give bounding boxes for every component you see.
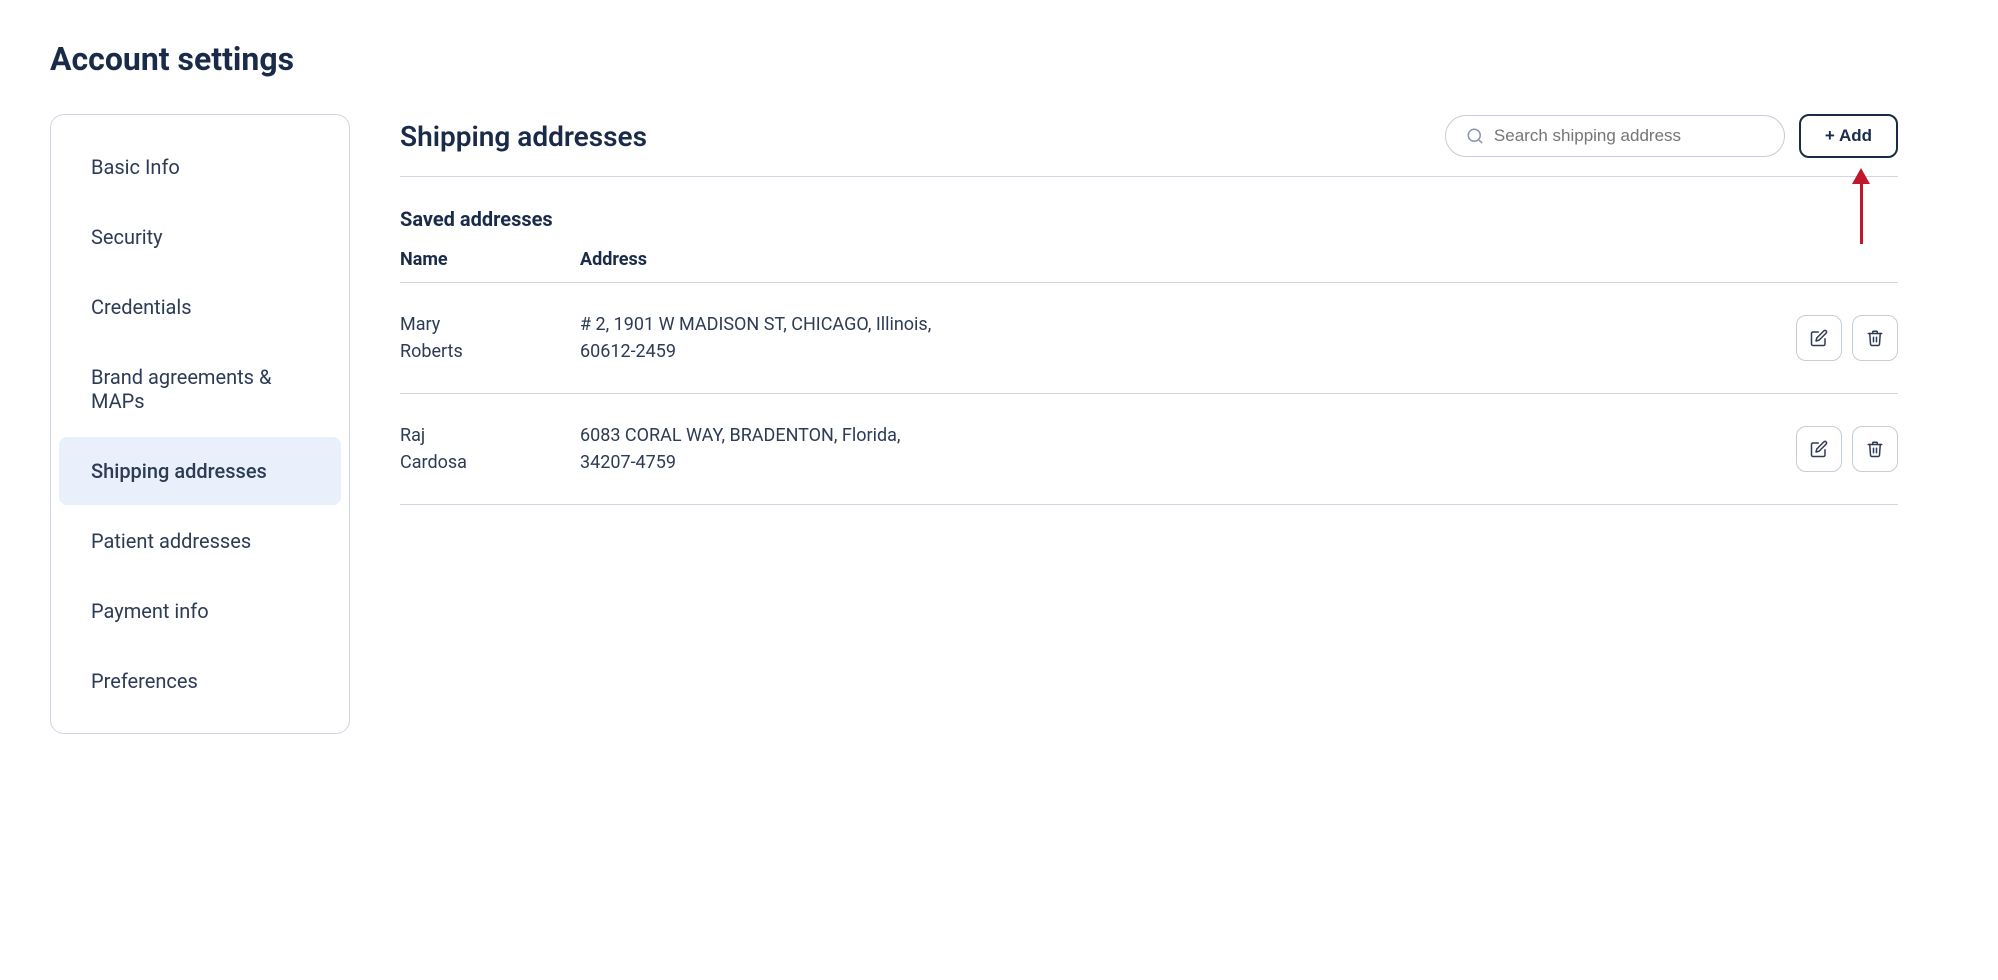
table-header: Name Address <box>400 249 1898 283</box>
add-button[interactable]: + Add <box>1799 114 1898 158</box>
sidebar-item-security[interactable]: Security <box>59 203 341 271</box>
search-box <box>1445 115 1785 157</box>
sidebar-item-preferences[interactable]: Preferences <box>59 647 341 715</box>
sidebar-item-brand-agreements[interactable]: Brand agreements & MAPs <box>59 343 341 435</box>
col-header-name: Name <box>400 249 580 270</box>
edit-button-1[interactable] <box>1796 315 1842 361</box>
sidebar-item-shipping-addresses[interactable]: Shipping addresses <box>59 437 341 505</box>
search-input[interactable] <box>1494 126 1764 146</box>
main-content: Shipping addresses + Add <box>350 114 1948 734</box>
address-name-1: MaryRoberts <box>400 311 580 365</box>
sidebar-item-patient-addresses[interactable]: Patient addresses <box>59 507 341 575</box>
trash-icon <box>1866 440 1884 458</box>
address-text-2: 6083 CORAL WAY, BRADENTON, Florida,34207… <box>580 422 1778 476</box>
saved-addresses-label: Saved addresses <box>400 207 1898 231</box>
address-name-2: RajCardosa <box>400 422 580 476</box>
delete-button-2[interactable] <box>1852 426 1898 472</box>
col-header-actions <box>1778 249 1898 270</box>
edit-icon <box>1810 329 1828 347</box>
delete-button-1[interactable] <box>1852 315 1898 361</box>
row-actions-1 <box>1778 315 1898 361</box>
address-text-1: # 2, 1901 W MADISON ST, CHICAGO, Illinoi… <box>580 311 1778 365</box>
edit-button-2[interactable] <box>1796 426 1842 472</box>
address-row: RajCardosa 6083 CORAL WAY, BRADENTON, Fl… <box>400 394 1898 505</box>
sidebar-item-credentials[interactable]: Credentials <box>59 273 341 341</box>
trash-icon <box>1866 329 1884 347</box>
section-header: Shipping addresses + Add <box>400 114 1898 158</box>
sidebar: Basic Info Security Credentials Brand ag… <box>50 114 350 734</box>
page-title: Account settings <box>50 40 1948 78</box>
sidebar-item-basic-info[interactable]: Basic Info <box>59 133 341 201</box>
section-title: Shipping addresses <box>400 120 647 153</box>
section-divider <box>400 176 1898 177</box>
sidebar-item-payment-info[interactable]: Payment info <box>59 577 341 645</box>
address-row: MaryRoberts # 2, 1901 W MADISON ST, CHIC… <box>400 283 1898 394</box>
col-header-address: Address <box>580 249 1778 270</box>
row-actions-2 <box>1778 426 1898 472</box>
header-actions: + Add <box>1445 114 1898 158</box>
search-icon <box>1466 127 1484 145</box>
annotation-arrow <box>1852 168 1870 244</box>
edit-icon <box>1810 440 1828 458</box>
